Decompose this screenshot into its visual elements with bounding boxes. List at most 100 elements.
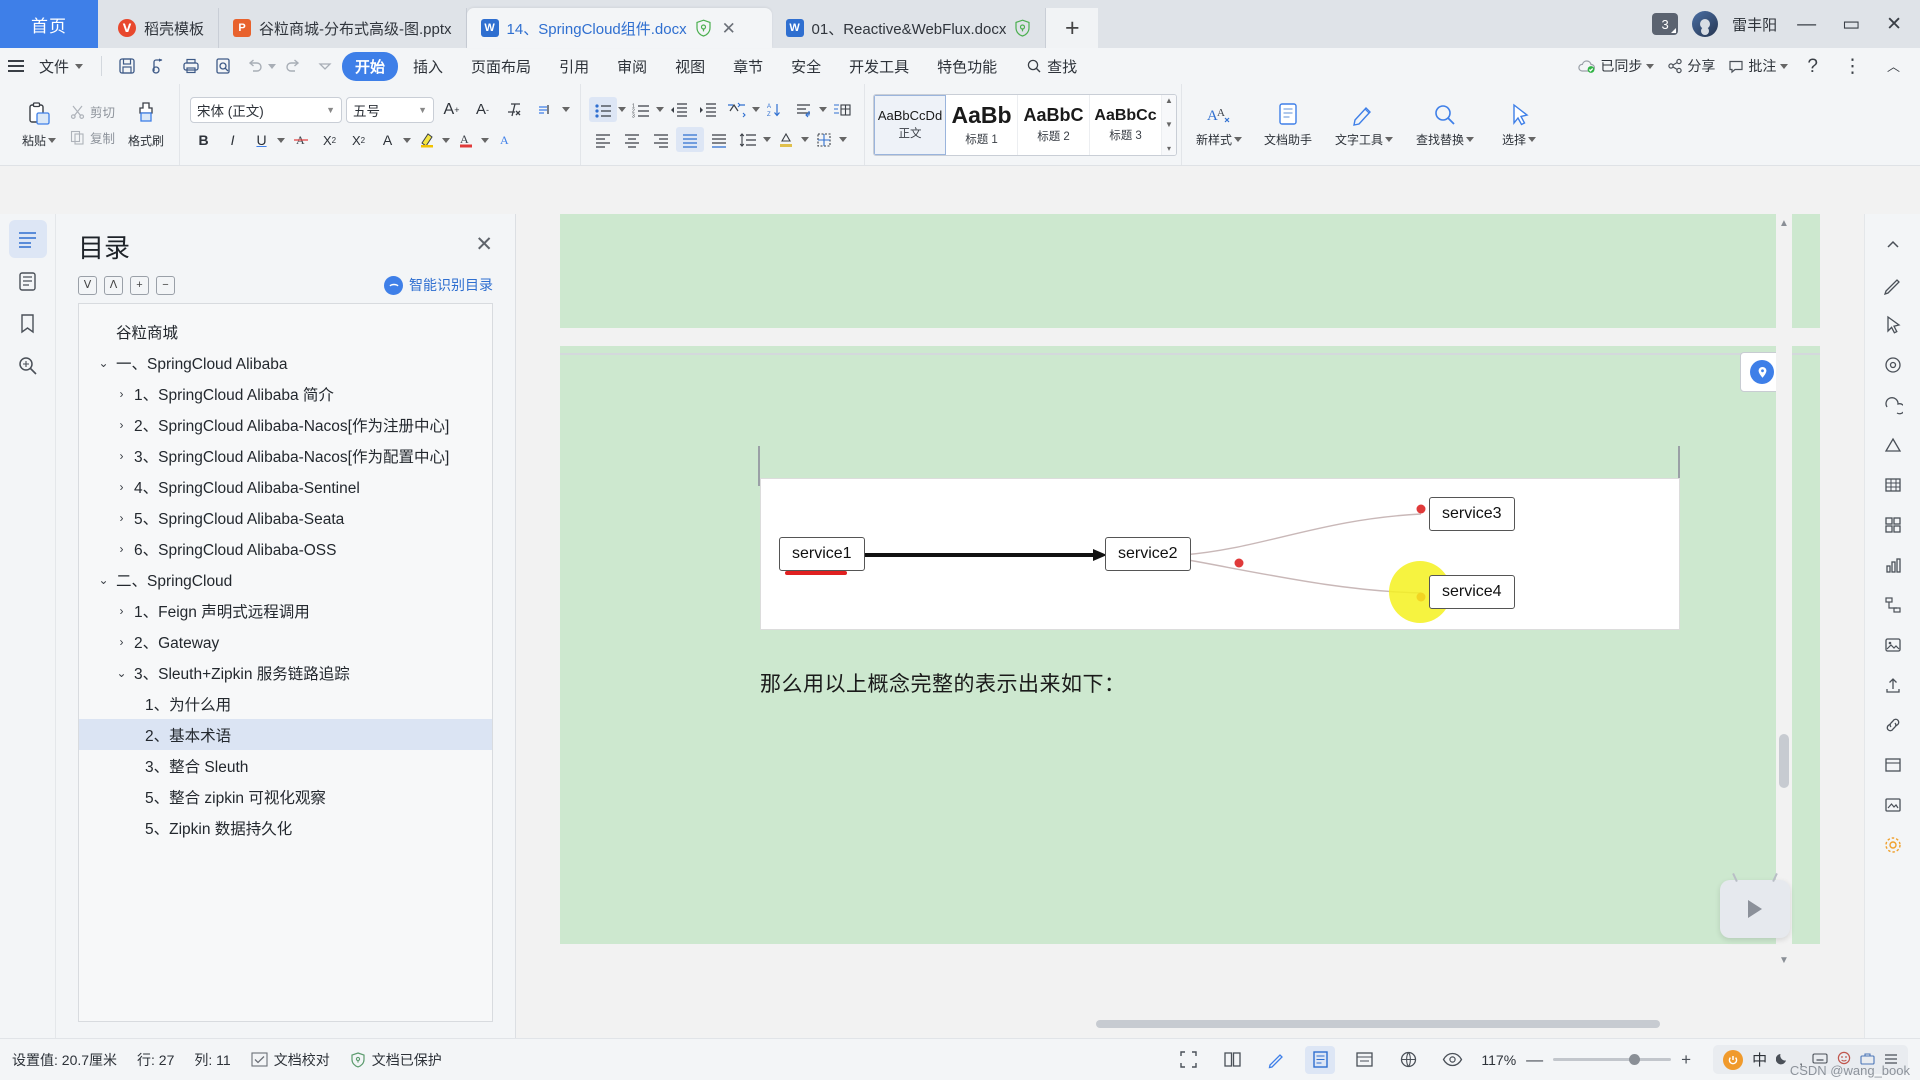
picture-icon[interactable] (1874, 786, 1912, 824)
close-icon[interactable]: ✕ (720, 20, 738, 37)
toc-item-springcloud[interactable]: ⌄ 二、SpringCloud (79, 564, 492, 595)
toc-item-nacos-config[interactable]: › 3、SpringCloud Alibaba-Nacos[作为配置中心] (79, 440, 492, 471)
highlight-icon[interactable] (413, 128, 440, 153)
text-tools-button[interactable]: 文字工具 (1326, 89, 1402, 161)
distribute-icon[interactable] (705, 127, 733, 152)
chevron-down-icon[interactable] (839, 137, 848, 142)
font-color-icon[interactable]: A (452, 128, 479, 153)
print-preview-icon[interactable] (208, 52, 238, 80)
diagram-node-service3[interactable]: service3 (1429, 497, 1515, 531)
diagram-node-service1[interactable]: service1 (779, 537, 865, 571)
toc-item-springcloud-alibaba[interactable]: ⌄ 一、SpringCloud Alibaba (79, 347, 492, 378)
web-view-icon[interactable] (1393, 1046, 1423, 1074)
thumbnail-icon[interactable] (9, 262, 47, 300)
grid-icon[interactable] (1874, 506, 1912, 544)
character-border-icon[interactable]: A (491, 128, 518, 153)
more-options-button[interactable]: ⋮ (1837, 57, 1868, 76)
expand-all-icon[interactable]: ᐯ (78, 275, 97, 295)
triangle-icon[interactable] (1874, 426, 1912, 464)
paste-button[interactable]: 粘贴 (12, 89, 66, 161)
ribbon-tab-section[interactable]: 章节 (720, 52, 776, 81)
edit-mode-icon[interactable] (1261, 1046, 1291, 1074)
outline-icon[interactable] (8, 220, 47, 258)
cut-button[interactable]: 剪切 (66, 100, 119, 123)
show-marks-icon[interactable] (790, 97, 818, 122)
chevron-down-icon[interactable] (277, 137, 286, 143)
moon-icon[interactable] (1775, 1051, 1790, 1068)
toc-item-gateway[interactable]: › 2、Gateway (79, 626, 492, 657)
font-size-select[interactable]: 五号 ▼ (346, 96, 435, 123)
comment-button[interactable]: 批注 (1728, 56, 1789, 76)
toc-item-oss[interactable]: › 6、SpringCloud Alibaba-OSS (79, 533, 492, 564)
window-close-button[interactable]: ✕ (1880, 15, 1908, 34)
toc-item-why-use[interactable]: 1、为什么用 (79, 688, 492, 719)
page-setting-value[interactable]: 设置值: 20.7厘米 (12, 1050, 117, 1070)
scroll-up-icon[interactable]: ▲ (1162, 96, 1176, 105)
hamburger-icon[interactable] (8, 60, 24, 72)
trace-diagram[interactable]: service1 service2 service3 service4 (760, 478, 1680, 630)
ribbon-tab-insert[interactable]: 插入 (400, 52, 456, 81)
help-button[interactable]: ? (1801, 57, 1824, 76)
link-icon[interactable] (1874, 706, 1912, 744)
ribbon-tab-page-layout[interactable]: 页面布局 (458, 52, 544, 81)
superscript-icon[interactable]: X2 (316, 128, 343, 153)
document-page-current[interactable]: service1 service2 service3 service4 那么用以… (560, 346, 1820, 944)
ribbon-tab-references[interactable]: 引用 (546, 52, 602, 81)
scroll-down-icon[interactable]: ▼ (1162, 120, 1176, 129)
print-icon[interactable] (176, 52, 206, 80)
ellipse-icon[interactable] (1874, 386, 1912, 424)
two-page-icon[interactable] (1217, 1046, 1247, 1074)
zoom-out-button[interactable]: — (1526, 1051, 1543, 1068)
document-protected-indicator[interactable]: 文档已保护 (350, 1050, 442, 1070)
ribbon-tab-security[interactable]: 安全 (778, 52, 834, 81)
chevron-down-icon[interactable] (562, 107, 571, 112)
strikethrough-icon[interactable]: A (287, 128, 314, 153)
toc-item-nacos-registry[interactable]: › 2、SpringCloud Alibaba-Nacos[作为注册中心] (79, 409, 492, 440)
chevron-down-icon[interactable] (442, 137, 451, 143)
chevron-right-icon[interactable]: › (115, 604, 128, 618)
save-as-icon[interactable] (144, 52, 174, 80)
power-icon[interactable] (1723, 1049, 1744, 1070)
zoom-level-label[interactable]: 117% (1481, 1052, 1516, 1068)
doc-assistant-button[interactable]: 文档助手 (1250, 89, 1326, 161)
settings-icon[interactable] (1874, 826, 1912, 864)
bookmark-icon[interactable] (9, 304, 47, 342)
zoom-in-button[interactable]: + (1681, 1051, 1691, 1068)
toc-item-alibaba-intro[interactable]: › 1、SpringCloud Alibaba 简介 (79, 378, 492, 409)
document-tab-reactive[interactable]: W 01、Reactive&WebFlux.docx (772, 8, 1047, 48)
chevron-right-icon[interactable]: › (115, 635, 128, 649)
line-spacing-icon[interactable] (734, 127, 762, 152)
find-button[interactable]: 查找 (1026, 56, 1077, 77)
smart-recognize-toc-button[interactable]: 智能识别目录 (384, 275, 493, 295)
horizontal-scrollbar[interactable] (1096, 1018, 1684, 1030)
chevron-right-icon[interactable]: › (115, 449, 128, 463)
close-icon[interactable]: ✕ (475, 228, 493, 255)
document-paragraph[interactable]: 那么用以上概念完整的表示出来如下： (760, 668, 1126, 698)
ime-mode-label[interactable]: 中 (1752, 1049, 1767, 1070)
image-icon[interactable] (1874, 626, 1912, 664)
cursor-icon[interactable] (1874, 306, 1912, 344)
chevron-down-icon[interactable] (819, 107, 828, 112)
outline-view-icon[interactable] (1349, 1046, 1379, 1074)
shading-icon[interactable] (772, 127, 800, 152)
expand-level-icon[interactable]: + (130, 275, 149, 295)
frame-icon[interactable] (1874, 746, 1912, 784)
toc-item-sleuth-zipkin[interactable]: ⌄ 3、Sleuth+Zipkin 服务链路追踪 (79, 657, 492, 688)
ribbon-tab-developer[interactable]: 开发工具 (836, 52, 922, 81)
ribbon-tab-view[interactable]: 视图 (662, 52, 718, 81)
style-body[interactable]: AaBbCcDd 正文 (874, 94, 947, 155)
toc-item-root[interactable]: 谷粒商城 (79, 316, 492, 347)
page-view-icon[interactable] (1305, 1045, 1336, 1074)
document-tab-pptx[interactable]: P 谷粒商城-分布式高级-图.pptx (219, 8, 467, 48)
minimize-button[interactable]: — (1791, 15, 1822, 34)
ribbon-tab-start[interactable]: 开始 (342, 51, 399, 81)
numbering-icon[interactable]: 123 (627, 97, 655, 122)
toc-item-zipkin-persistence[interactable]: 5、Zipkin 数据持久化 (79, 812, 492, 843)
font-name-select[interactable]: 宋体 (正文) ▼ (190, 96, 343, 123)
new-style-button[interactable]: AA 新样式 (1188, 89, 1250, 161)
scroll-up-icon[interactable] (1874, 226, 1912, 264)
shapes-icon[interactable] (1874, 346, 1912, 384)
ribbon-tab-review[interactable]: 审阅 (604, 52, 660, 81)
style-gallery[interactable]: AaBbCcDd 正文 AaBb 标题 1 AaBbC 标题 2 AaBbCc … (873, 93, 1178, 156)
share-button[interactable]: 分享 (1667, 56, 1715, 76)
